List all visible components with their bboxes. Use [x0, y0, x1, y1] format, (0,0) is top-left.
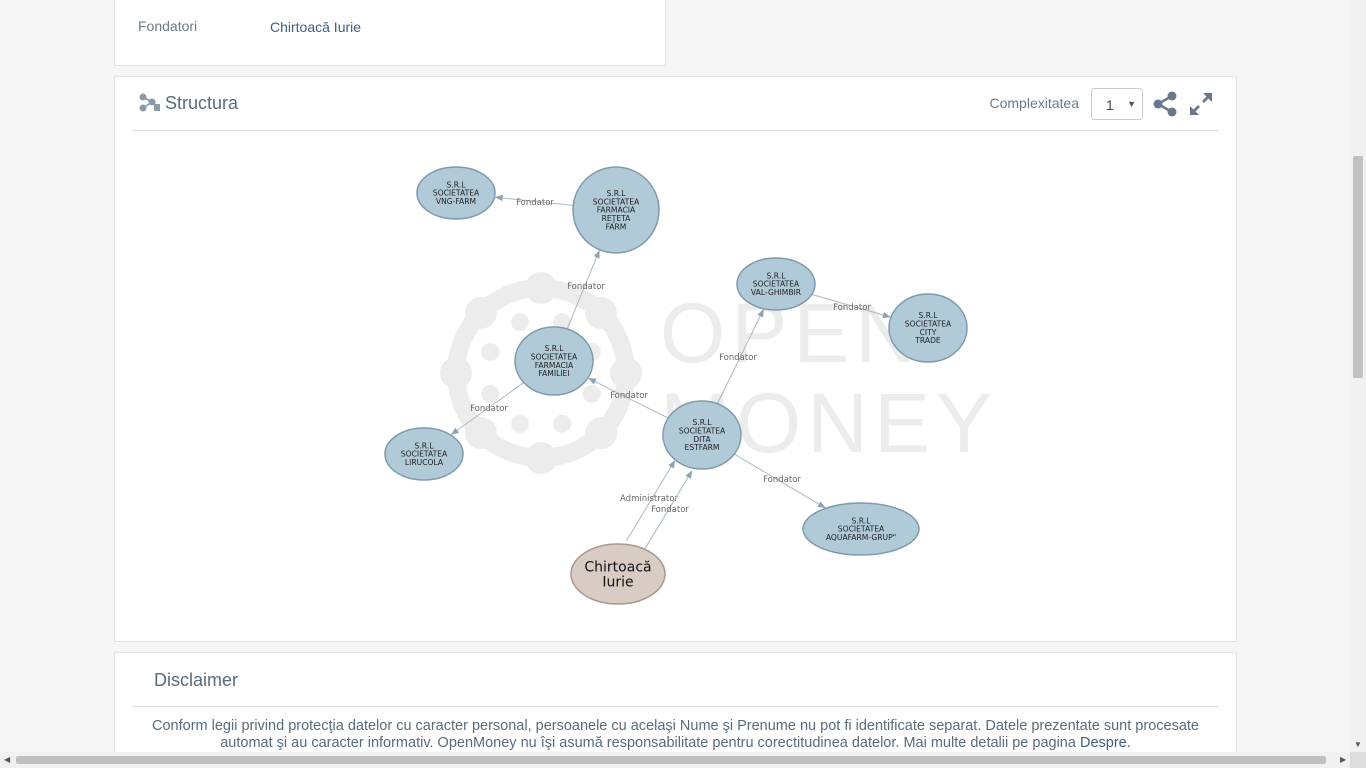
vertical-scrollbar[interactable]: ▼	[1350, 0, 1366, 752]
graph-node-familiei[interactable]: S.R.LSOCIETATEAFARMACIAFAMILIEI	[514, 326, 594, 396]
node-label: VAL-GHIMBIR	[751, 288, 802, 297]
scrollbar-corner	[1350, 752, 1366, 768]
graph-node-person[interactable]: ChirtoacăIurie	[570, 543, 666, 605]
complexity-label: Complexitatea	[989, 95, 1080, 111]
graph-node-vng[interactable]: S.R.LSOCIETATEAVNG-FARM	[416, 166, 496, 220]
node-label: Iurie	[602, 574, 633, 590]
disclaimer-text: Conform legii privind protecţia datelor …	[137, 718, 1214, 752]
node-label: AQUAFARM-GRUP"	[826, 533, 896, 542]
disclaimer-panel: Disclaimer Conform legii privind protecţ…	[114, 652, 1237, 762]
edge-label: Fondator	[719, 353, 757, 363]
graph-node-reteta[interactable]: S.R.LSOCIETATEAFARMACIAREŢETAFARM	[572, 166, 660, 254]
disclaimer-header: Disclaimer	[132, 653, 1219, 707]
edge-label: Fondator	[567, 282, 605, 292]
founders-label: Fondatori	[138, 18, 198, 34]
edge-label: Fondator	[516, 198, 554, 208]
edge-label: Fondator	[833, 303, 871, 313]
node-label: VNG-FARM	[436, 197, 476, 206]
horizontal-scrollbar[interactable]: ◀ ▶	[0, 752, 1350, 768]
edge-label: Fondator	[470, 404, 508, 414]
complexity-select[interactable]: 1 ▼	[1091, 88, 1143, 120]
node-label: LIRUCOLA	[405, 458, 444, 467]
vertical-scroll-thumb[interactable]	[1353, 156, 1363, 378]
node-label: ESTFARM	[685, 443, 720, 452]
horizontal-scroll-thumb[interactable]	[16, 756, 1326, 764]
share-icon[interactable]	[1151, 90, 1179, 118]
scroll-right-arrow-icon[interactable]: ▶	[1340, 755, 1346, 764]
structure-panel: OPEN MONEY Fondator Fondator Fondator Fondato…	[114, 76, 1237, 642]
scroll-left-arrow-icon[interactable]: ◀	[4, 755, 10, 764]
structure-icon	[139, 93, 160, 112]
graph-node-aquafarm[interactable]: S.R.LSOCIETATEAAQUAFARM-GRUP"	[802, 502, 920, 556]
node-label: Chirtoacă	[584, 559, 651, 575]
structure-header: Structura Complexitatea 1 ▼	[132, 77, 1219, 131]
founder-link[interactable]: Chirtoacă Iurie	[270, 19, 361, 35]
node-label: TRADE	[914, 336, 941, 345]
edge-label: Fondator	[610, 391, 648, 401]
disclaimer-title: Disclaimer	[154, 670, 239, 690]
edge-label: Fondator	[763, 475, 801, 485]
structure-graph[interactable]: OPENMONEYFondatorFondatorFondatorFondato…	[115, 77, 1236, 641]
node-label: FARM	[606, 222, 627, 231]
scroll-down-arrow-icon[interactable]: ▼	[1354, 740, 1362, 749]
founders-panel: Fondatori Chirtoacă Iurie	[114, 0, 666, 66]
edge-label: Administrator	[620, 494, 678, 504]
about-link[interactable]: Despre.	[1080, 735, 1131, 751]
graph-node-ghimbir[interactable]: S.R.LSOCIETATEAVAL-GHIMBIR	[736, 257, 816, 311]
graph-node-dita[interactable]: S.R.LSOCIETATEADITAESTFARM	[662, 400, 742, 470]
graph-node-city[interactable]: S.R.LSOCIETATEACITYTRADE	[888, 293, 968, 363]
disclaimer-body: Conform legii privind protecţia datelor …	[152, 718, 1199, 751]
chevron-down-icon: ▼	[1127, 99, 1136, 109]
complexity-value: 1	[1106, 97, 1114, 113]
node-label: FAMILIEI	[538, 369, 569, 378]
structure-title: Structura	[165, 93, 239, 113]
graph-node-lirucola[interactable]: S.R.LSOCIETATEALIRUCOLA	[384, 427, 464, 481]
expand-icon[interactable]	[1187, 90, 1215, 118]
edge-label: Fondator	[651, 505, 689, 515]
